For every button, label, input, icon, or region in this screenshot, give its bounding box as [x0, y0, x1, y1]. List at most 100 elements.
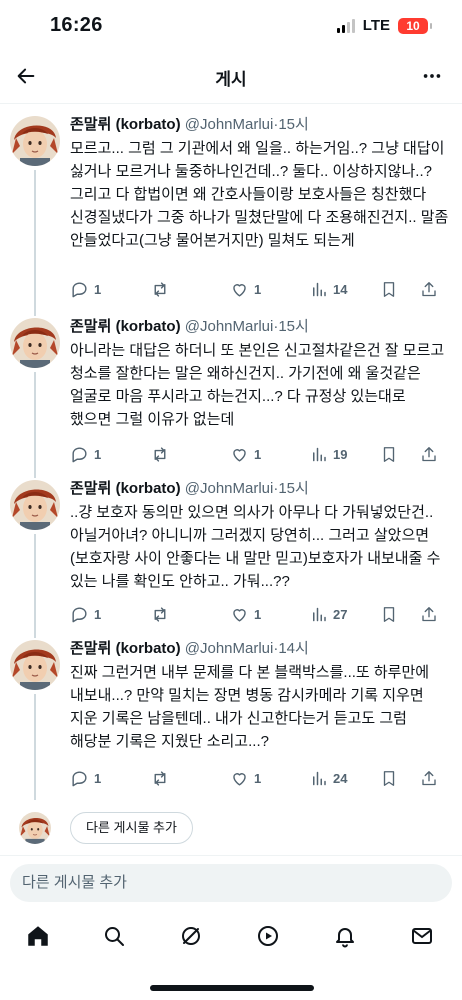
author-handle[interactable]: @JohnMarlui [185, 640, 274, 657]
thread-line [34, 534, 36, 628]
tab-search[interactable] [100, 922, 128, 950]
share-button[interactable] [420, 280, 438, 299]
avatar[interactable] [10, 480, 60, 530]
top-header: 게시 [0, 52, 462, 100]
bookmark-button[interactable] [380, 605, 398, 624]
network-label: LTE [362, 17, 390, 34]
avatar[interactable] [10, 640, 60, 690]
post[interactable]: 존말뤼 (korbato) @JohnMarlui·15시 아니라는 대답은 하… [0, 306, 462, 468]
bookmark-button[interactable] [380, 769, 398, 788]
battery-level: 10 [406, 18, 420, 33]
tab-notifications[interactable] [331, 922, 359, 950]
like-count: 1 [254, 770, 262, 786]
post-actions: 1 1 27 [70, 602, 450, 626]
reply-button[interactable]: 1 [70, 280, 101, 299]
views-button[interactable]: 14 [310, 280, 347, 299]
page-title: 게시 [215, 70, 247, 89]
post-time: ·15시 [273, 318, 309, 335]
thread-line [34, 628, 36, 638]
repost-icon [154, 770, 166, 786]
status-bar: 16:26 LTE 10 [0, 0, 462, 52]
avatar[interactable] [19, 812, 51, 844]
like-button[interactable]: 1 [230, 605, 261, 624]
video-icon [258, 926, 278, 946]
compose-input[interactable]: 다른 게시물 추가 [10, 864, 452, 902]
views-button[interactable]: 19 [310, 445, 347, 464]
bookmark-button[interactable] [380, 445, 398, 464]
like-count: 1 [254, 446, 262, 462]
share-icon [422, 606, 436, 621]
author-handle[interactable]: @JohnMarlui [185, 318, 274, 335]
more-options-button[interactable] [416, 60, 448, 92]
author-handle[interactable]: @JohnMarlui [185, 116, 274, 133]
reply-icon [72, 770, 87, 786]
share-button[interactable] [420, 769, 438, 788]
like-button[interactable]: 1 [230, 769, 261, 788]
post-actions: 1 1 19 [70, 442, 450, 466]
author-name[interactable]: 존말뤼 (korbato) [70, 318, 181, 335]
views-button[interactable]: 24 [310, 769, 347, 788]
view-count: 24 [333, 770, 348, 786]
views-icon [313, 607, 326, 621]
bookmark-icon [383, 446, 395, 462]
tab-grok[interactable] [177, 922, 205, 950]
avatar[interactable] [10, 318, 60, 368]
share-button[interactable] [420, 605, 438, 624]
post-header: 존말뤼 (korbato) @JohnMarlui·14시 [70, 638, 450, 660]
reply-count: 1 [94, 281, 102, 297]
post[interactable]: 존말뤼 (korbato) @JohnMarlui·15시 모르고... 그럼 … [0, 104, 462, 306]
reply-button[interactable]: 1 [70, 605, 101, 624]
avatar[interactable] [10, 116, 60, 166]
author-name[interactable]: 존말뤼 (korbato) [70, 640, 181, 657]
repost-button[interactable] [150, 445, 175, 464]
bookmark-icon [383, 606, 395, 622]
status-time: 16:26 [50, 14, 103, 36]
reply-count: 1 [94, 446, 102, 462]
author-name[interactable]: 존말뤼 (korbato) [70, 116, 181, 133]
tab-messages[interactable] [408, 922, 436, 950]
post[interactable]: 존말뤼 (korbato) @JohnMarlui·14시 진짜 그런거면 내부… [0, 628, 462, 800]
post-header: 존말뤼 (korbato) @JohnMarlui·15시 [70, 478, 450, 500]
views-icon [313, 771, 326, 785]
reply-button[interactable]: 1 [70, 445, 101, 464]
tab-video[interactable] [254, 922, 282, 950]
thread: 존말뤼 (korbato) @JohnMarlui·15시 모르고... 그럼 … [0, 104, 462, 800]
post-time: ·15시 [273, 116, 309, 133]
reply-icon [72, 446, 87, 462]
thread-line [34, 170, 36, 306]
share-icon [422, 281, 436, 296]
bookmark-button[interactable] [380, 280, 398, 299]
like-button[interactable]: 1 [230, 280, 261, 299]
post-header: 존말뤼 (korbato) @JohnMarlui·15시 [70, 316, 450, 338]
views-button[interactable]: 27 [310, 605, 347, 624]
add-post-button[interactable]: 다른 게시물 추가 [70, 812, 193, 844]
view-count: 27 [333, 606, 348, 622]
post-time: ·15시 [273, 480, 309, 497]
status-indicators: LTE 10 [336, 17, 432, 34]
share-button[interactable] [420, 445, 438, 464]
repost-button[interactable] [150, 605, 175, 624]
compose-bar: 다른 게시물 추가 [0, 855, 462, 912]
author-handle[interactable]: @JohnMarlui [185, 480, 274, 497]
tab-home[interactable] [24, 922, 52, 950]
post-body: 존말뤼 (korbato) @JohnMarlui·15시 모르고... 그럼 … [70, 114, 450, 252]
thread-line [34, 372, 36, 468]
like-button[interactable]: 1 [230, 445, 261, 464]
post-actions: 1 1 14 [70, 277, 450, 301]
heart-icon [233, 608, 246, 622]
post[interactable]: 존말뤼 (korbato) @JohnMarlui·15시 ..걍 보호자 동의… [0, 468, 462, 628]
reply-count: 1 [94, 770, 102, 786]
notifications-icon [336, 928, 354, 948]
thread-line [34, 694, 36, 800]
heart-icon [233, 448, 246, 462]
battery-icon: 10 [398, 17, 432, 34]
bottom-tab-bar [0, 912, 462, 962]
repost-button[interactable] [150, 280, 175, 299]
views-icon [313, 282, 326, 296]
repost-icon [154, 446, 166, 462]
grok-icon [182, 927, 200, 945]
repost-button[interactable] [150, 769, 175, 788]
author-name[interactable]: 존말뤼 (korbato) [70, 480, 181, 497]
reply-icon [72, 606, 87, 622]
reply-button[interactable]: 1 [70, 769, 101, 788]
